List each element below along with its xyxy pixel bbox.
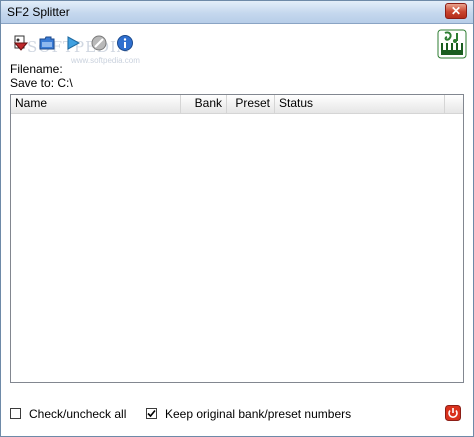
column-preset[interactable]: Preset <box>227 95 275 113</box>
stop-button[interactable] <box>89 33 109 53</box>
toolbar <box>11 33 135 53</box>
column-status[interactable]: Status <box>275 95 445 113</box>
app-window: SF2 Splitter ✕ SOFTPEDIA www.softpedia.c… <box>0 0 474 437</box>
title-bar[interactable]: SF2 Splitter ✕ <box>1 1 473 24</box>
keep-numbers-checkbox[interactable] <box>146 408 157 419</box>
saveto-label: Save to: <box>10 76 55 90</box>
help-icon <box>117 35 133 51</box>
checkmark-icon <box>147 409 156 418</box>
list-header: Name Bank Preset Status <box>11 95 463 114</box>
filename-label: Filename: <box>10 62 63 76</box>
open-file-button[interactable] <box>11 33 31 53</box>
help-button[interactable] <box>115 33 135 53</box>
column-bank[interactable]: Bank <box>181 95 227 113</box>
save-folder-button[interactable] <box>37 33 57 53</box>
folder-icon <box>39 36 55 50</box>
filename-row: Filename: <box>10 62 63 76</box>
open-file-icon <box>13 35 29 51</box>
start-button[interactable] <box>63 33 83 53</box>
check-all-checkbox[interactable] <box>10 408 21 419</box>
power-icon[interactable] <box>445 405 461 421</box>
close-button[interactable]: ✕ <box>445 3 467 19</box>
close-icon: ✕ <box>450 4 462 18</box>
column-name[interactable]: Name <box>11 95 181 113</box>
saveto-row: Save to: C:\ <box>10 76 73 90</box>
client-area: SOFTPEDIA www.softpedia.com Filename: Sa… <box>1 24 473 436</box>
preset-list[interactable]: Name Bank Preset Status <box>10 94 464 383</box>
saveto-value: C:\ <box>57 76 73 90</box>
check-all-option[interactable]: Check/uncheck all <box>10 407 126 421</box>
sf2-logo-icon <box>437 29 467 59</box>
watermark-url: www.softpedia.com <box>71 56 140 65</box>
keep-numbers-option[interactable]: Keep original bank/preset numbers <box>146 407 351 421</box>
play-icon <box>67 36 81 50</box>
window-title: SF2 Splitter <box>7 5 70 19</box>
stop-icon <box>91 35 107 51</box>
check-all-label: Check/uncheck all <box>29 407 127 421</box>
keep-numbers-label: Keep original bank/preset numbers <box>165 407 352 421</box>
